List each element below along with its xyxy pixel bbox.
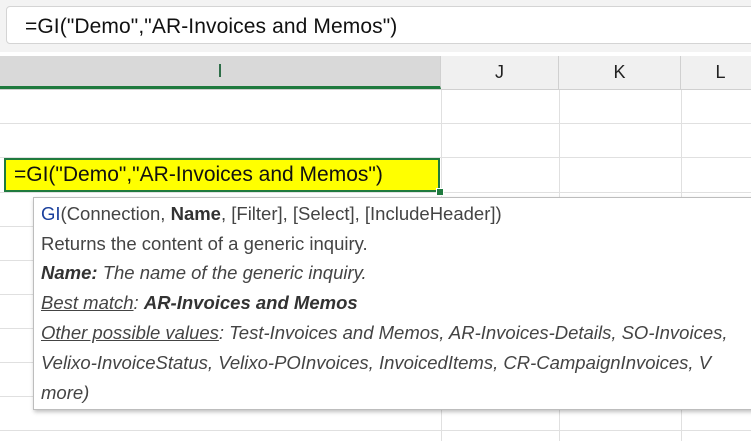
parameter-help-text: The name of the generic inquiry. [97,262,367,283]
other-values-label: Other possible values [41,322,219,343]
column-header-j[interactable]: J [441,56,559,89]
fill-handle[interactable] [436,188,444,196]
function-name-link[interactable]: GI [41,203,61,224]
function-description: Returns the content of a generic inquiry… [41,233,368,254]
grid-row-line [0,430,751,431]
column-header-k[interactable]: K [559,56,681,89]
other-values-line1: : Test-Invoices and Memos, AR-Invoices-D… [218,322,728,343]
active-cell[interactable]: =GI("Demo","AR-Invoices and Memos") [4,158,440,192]
active-cell-formula: =GI("Demo","AR-Invoices and Memos") [14,163,383,186]
column-header-l[interactable]: L [681,56,751,89]
formula-bar: =GI("Demo","AR-Invoices and Memos") [0,0,751,52]
parameter-help-label: Name: [41,262,98,283]
function-signature: GI(Connection, Name, [Filter], [Select],… [41,203,502,225]
parameter-help: Name: The name of the generic inquiry. [41,262,367,284]
column-header-i[interactable]: I [0,56,441,89]
best-match-sep: : [133,292,144,313]
grid-row-line [0,192,751,193]
best-match-label: Best match [41,292,134,313]
formula-input[interactable]: =GI("Demo","AR-Invoices and Memos") [6,6,751,44]
best-match[interactable]: Best match: AR-Invoices and Memos [41,292,358,314]
function-tooltip: GI(Connection, Name, [Filter], [Select],… [33,197,751,410]
signature-open: (Connection, [60,203,171,224]
other-values: Other possible values: Test-Invoices and… [41,322,728,344]
signature-rest: , [Filter], [Select], [IncludeHeader]) [220,203,502,224]
other-values-line3: more) [41,382,90,403]
other-values-line2: Velixo-InvoiceStatus, Velixo-POInvoices,… [41,352,712,373]
column-header-row: I J K L [0,56,751,90]
current-parameter: Name [170,203,221,224]
grid-row-line [0,123,751,124]
formula-text: =GI("Demo","AR-Invoices and Memos") [25,15,398,38]
best-match-value: AR-Invoices and Memos [143,292,358,313]
